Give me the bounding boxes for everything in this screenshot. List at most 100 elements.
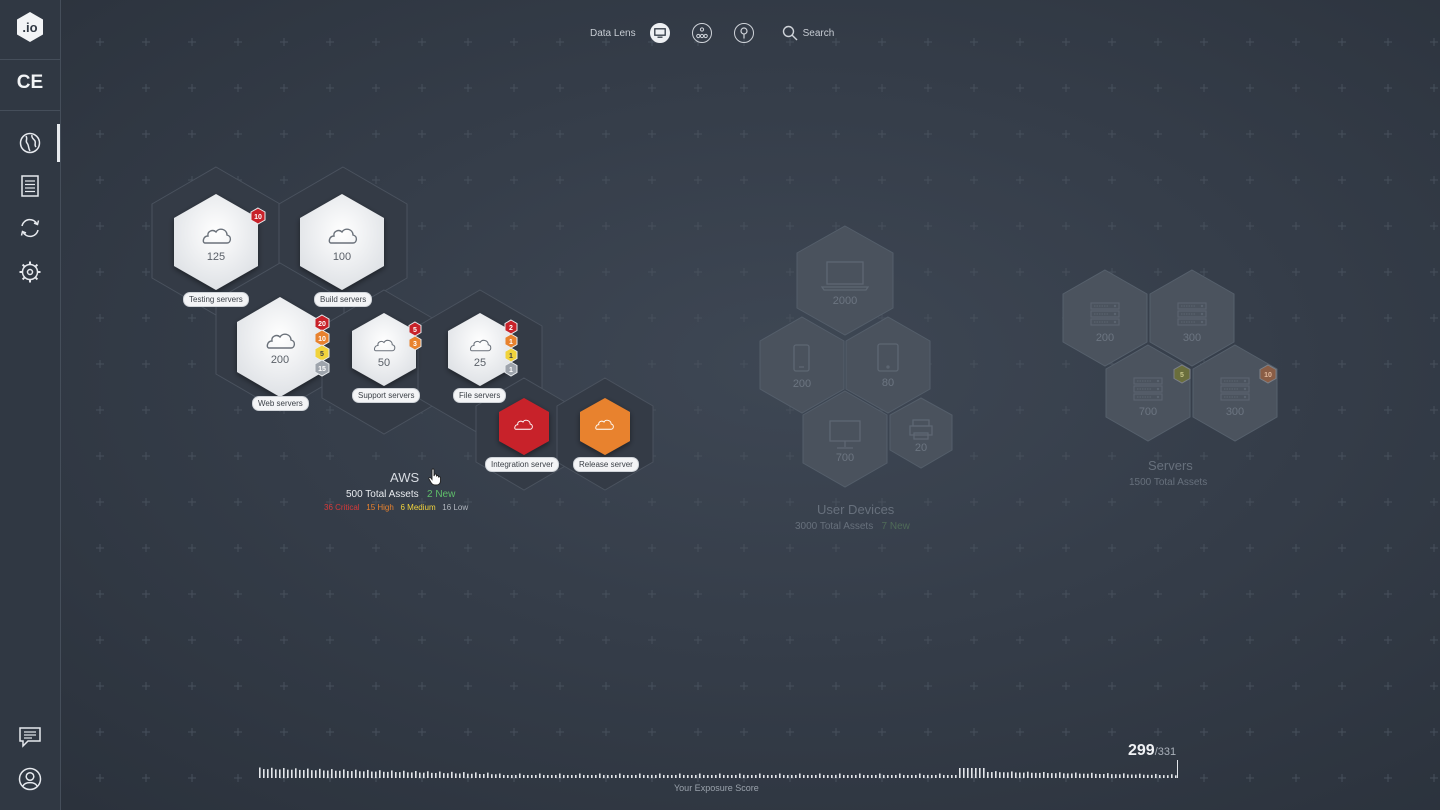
timeline-tick <box>443 773 445 778</box>
search-label: Search <box>802 27 835 39</box>
search-button[interactable]: Search <box>782 25 835 41</box>
timeline-tick <box>467 773 469 778</box>
timeline-tick <box>455 773 457 778</box>
timeline-tick <box>943 775 945 778</box>
timeline-tick <box>1155 773 1157 778</box>
file-servers-label[interactable]: File servers <box>453 388 507 403</box>
timeline-tick <box>391 770 393 778</box>
timeline-tick <box>1175 775 1177 778</box>
timeline-tick <box>519 773 521 778</box>
integration-server-label[interactable]: Integration server <box>485 457 560 472</box>
release-server-label[interactable]: Release server <box>573 457 639 472</box>
timeline-tick <box>1087 773 1089 778</box>
timeline-tick <box>275 769 277 778</box>
timeline-tick <box>559 773 561 778</box>
timeline-tick <box>971 768 973 778</box>
timeline-tick <box>855 775 857 778</box>
timeline-tick <box>675 775 677 778</box>
sidebar-item-globe[interactable] <box>0 131 60 155</box>
aws-summary: 500 Total Assets 2 New <box>346 489 455 500</box>
timeline-tick <box>263 769 265 778</box>
timeline-tick <box>707 775 709 778</box>
timeline-tick <box>311 770 313 778</box>
exposure-timeline[interactable] <box>255 758 1185 782</box>
timeline-tick <box>955 775 957 778</box>
timeline-tick <box>795 775 797 778</box>
sidebar-item-profile[interactable] <box>0 767 60 791</box>
timeline-tick <box>811 775 813 778</box>
timeline-tick <box>611 775 613 778</box>
timeline-tick <box>583 775 585 778</box>
timeline-tick <box>887 775 889 778</box>
sidebar-item-messages[interactable] <box>0 725 60 749</box>
network-view-button[interactable] <box>691 23 712 43</box>
exposure-score-label: Your Exposure Score <box>674 783 759 793</box>
timeline-tick <box>371 771 373 778</box>
timeline-tick <box>871 775 873 778</box>
timeline-tick <box>307 768 309 778</box>
timeline-tick <box>975 768 977 778</box>
monitor-view-button[interactable] <box>649 23 670 43</box>
timeline-tick <box>1035 772 1037 778</box>
timeline-tick <box>479 773 481 778</box>
timeline-tick <box>1107 773 1109 778</box>
timeline-tick <box>411 772 413 778</box>
aws-low-count: 16 Low <box>442 503 469 512</box>
timeline-tick <box>907 775 909 778</box>
timeline-tick <box>447 773 449 778</box>
sidebar-item-reports[interactable] <box>0 174 60 198</box>
timeline-tick <box>643 775 645 778</box>
timeline-tick <box>1115 774 1117 778</box>
timeline-tick <box>563 775 565 778</box>
aws-title[interactable]: AWS <box>390 470 419 485</box>
timeline-tick <box>1063 773 1065 778</box>
sidebar-divider <box>0 59 60 60</box>
sidebar-item-settings[interactable] <box>0 260 60 284</box>
timeline-tick <box>471 773 473 778</box>
timeline-current-marker[interactable] <box>1177 760 1178 778</box>
timeline-tick <box>775 775 777 778</box>
timeline-tick <box>703 775 705 778</box>
timeline-tick <box>891 775 893 778</box>
servers-title[interactable]: Servers <box>1148 458 1193 473</box>
timeline-tick <box>431 772 433 778</box>
sidebar-item-sync[interactable] <box>0 216 60 240</box>
network-icon <box>695 27 708 39</box>
timeline-tick <box>735 775 737 778</box>
build-servers-label[interactable]: Build servers <box>314 292 373 307</box>
timeline-tick <box>687 775 689 778</box>
timeline-tick <box>711 775 713 778</box>
timeline-tick <box>879 773 881 778</box>
gear-icon <box>19 261 41 283</box>
support-servers-label[interactable]: Support servers <box>352 388 421 403</box>
timeline-tick <box>883 775 885 778</box>
logo[interactable]: .io <box>0 10 60 44</box>
timeline-tick <box>1143 774 1145 778</box>
timeline-tick <box>1071 773 1073 778</box>
timeline-tick <box>999 772 1001 778</box>
timeline-tick <box>935 775 937 778</box>
edition-label[interactable]: CE <box>0 68 60 98</box>
aws-severity-summary: 36 Critical 15 High 6 Medium 16 Low <box>324 503 468 512</box>
timeline-tick <box>843 775 845 778</box>
timeline-tick <box>347 770 349 778</box>
timeline-tick <box>851 775 853 778</box>
web-servers-label[interactable]: Web servers <box>252 396 309 411</box>
timeline-tick <box>719 773 721 778</box>
background-grid <box>96 38 1438 782</box>
timeline-tick <box>299 769 301 778</box>
testing-servers-label[interactable]: Testing servers <box>183 292 249 307</box>
timeline-tick <box>747 775 749 778</box>
aws-new-count: 2 New <box>427 489 456 500</box>
timeline-tick <box>607 775 609 778</box>
timeline-tick <box>295 768 297 778</box>
logo-hex-icon: .io <box>17 12 43 42</box>
timeline-tick <box>755 775 757 778</box>
timeline-tick <box>947 775 949 778</box>
timeline-tick <box>571 775 573 778</box>
timeline-tick <box>435 772 437 778</box>
timeline-tick <box>767 775 769 778</box>
timeline-tick <box>647 775 649 778</box>
location-view-button[interactable] <box>733 23 754 43</box>
user-devices-title[interactable]: User Devices <box>817 502 894 517</box>
